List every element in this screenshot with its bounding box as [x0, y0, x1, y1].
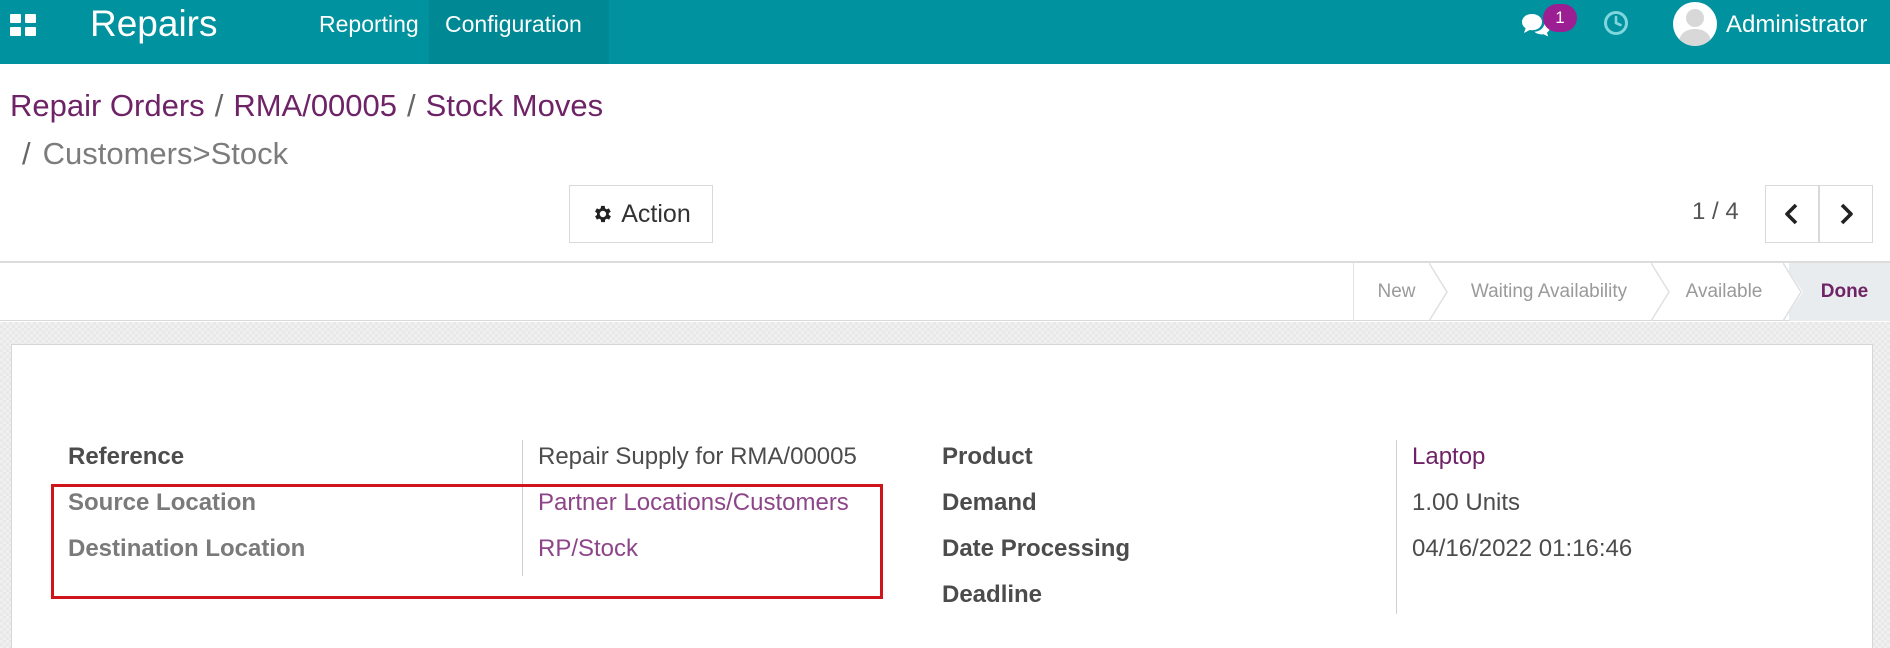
- stage-done[interactable]: Done: [1789, 263, 1890, 321]
- pager-next-button[interactable]: [1819, 185, 1873, 243]
- chevron-left-icon: [1785, 203, 1798, 225]
- label-reference: Reference: [68, 443, 185, 470]
- value-demand[interactable]: 1.00 Units: [1412, 489, 1520, 517]
- breadcrumb-separator: /: [214, 88, 224, 123]
- user-avatar-icon[interactable]: [1673, 2, 1717, 46]
- breadcrumb-separator: /: [407, 88, 416, 123]
- action-button[interactable]: Action: [569, 185, 713, 243]
- statusbar: New Waiting Availability Available Done: [0, 263, 1890, 321]
- menu-configuration[interactable]: Configuration: [429, 0, 609, 64]
- value-reference[interactable]: Repair Supply for RMA/00005: [538, 443, 857, 471]
- pager-previous-button[interactable]: [1765, 185, 1819, 243]
- breadcrumb-rma[interactable]: RMA/00005: [233, 88, 397, 123]
- stage-new[interactable]: New: [1353, 263, 1439, 321]
- stage-arrow-icon: [1783, 263, 1803, 321]
- pager-value[interactable]: 1 / 4: [1692, 198, 1739, 226]
- field-divider: [1396, 440, 1397, 614]
- value-date-processing[interactable]: 04/16/2022 01:16:46: [1412, 535, 1632, 563]
- label-deadline: Deadline: [942, 581, 1043, 608]
- breadcrumb: Repair Orders / RMA/00005 / Stock Moves: [10, 86, 603, 126]
- clock-icon[interactable]: [1603, 10, 1629, 36]
- breadcrumb-current-line: / Customers>Stock: [22, 134, 288, 174]
- breadcrumb-current: Customers>Stock: [42, 136, 289, 171]
- label-date-processing: Date Processing: [942, 535, 1131, 562]
- breadcrumb-stock-moves[interactable]: Stock Moves: [426, 88, 603, 123]
- top-navbar: Repairs Reporting Configuration 1 Admini…: [0, 0, 1890, 64]
- menu-reporting[interactable]: Reporting: [319, 12, 419, 36]
- label-product: Product: [942, 443, 1033, 470]
- apps-grid-icon[interactable]: [10, 14, 36, 36]
- stage-waiting-availability[interactable]: Waiting Availability: [1439, 263, 1659, 321]
- highlight-box: [51, 484, 883, 599]
- stage-available[interactable]: Available: [1659, 263, 1789, 321]
- chevron-right-icon: [1840, 203, 1853, 225]
- breadcrumb-repair-orders[interactable]: Repair Orders: [10, 88, 205, 123]
- label-demand: Demand: [942, 489, 1037, 516]
- app-name[interactable]: Repairs: [90, 4, 218, 44]
- value-product[interactable]: Laptop: [1412, 443, 1485, 471]
- action-label: Action: [621, 199, 691, 228]
- user-name[interactable]: Administrator: [1726, 11, 1867, 39]
- breadcrumb-separator: /: [22, 136, 31, 171]
- messages-badge[interactable]: 1: [1543, 4, 1577, 32]
- gear-icon: [595, 205, 612, 223]
